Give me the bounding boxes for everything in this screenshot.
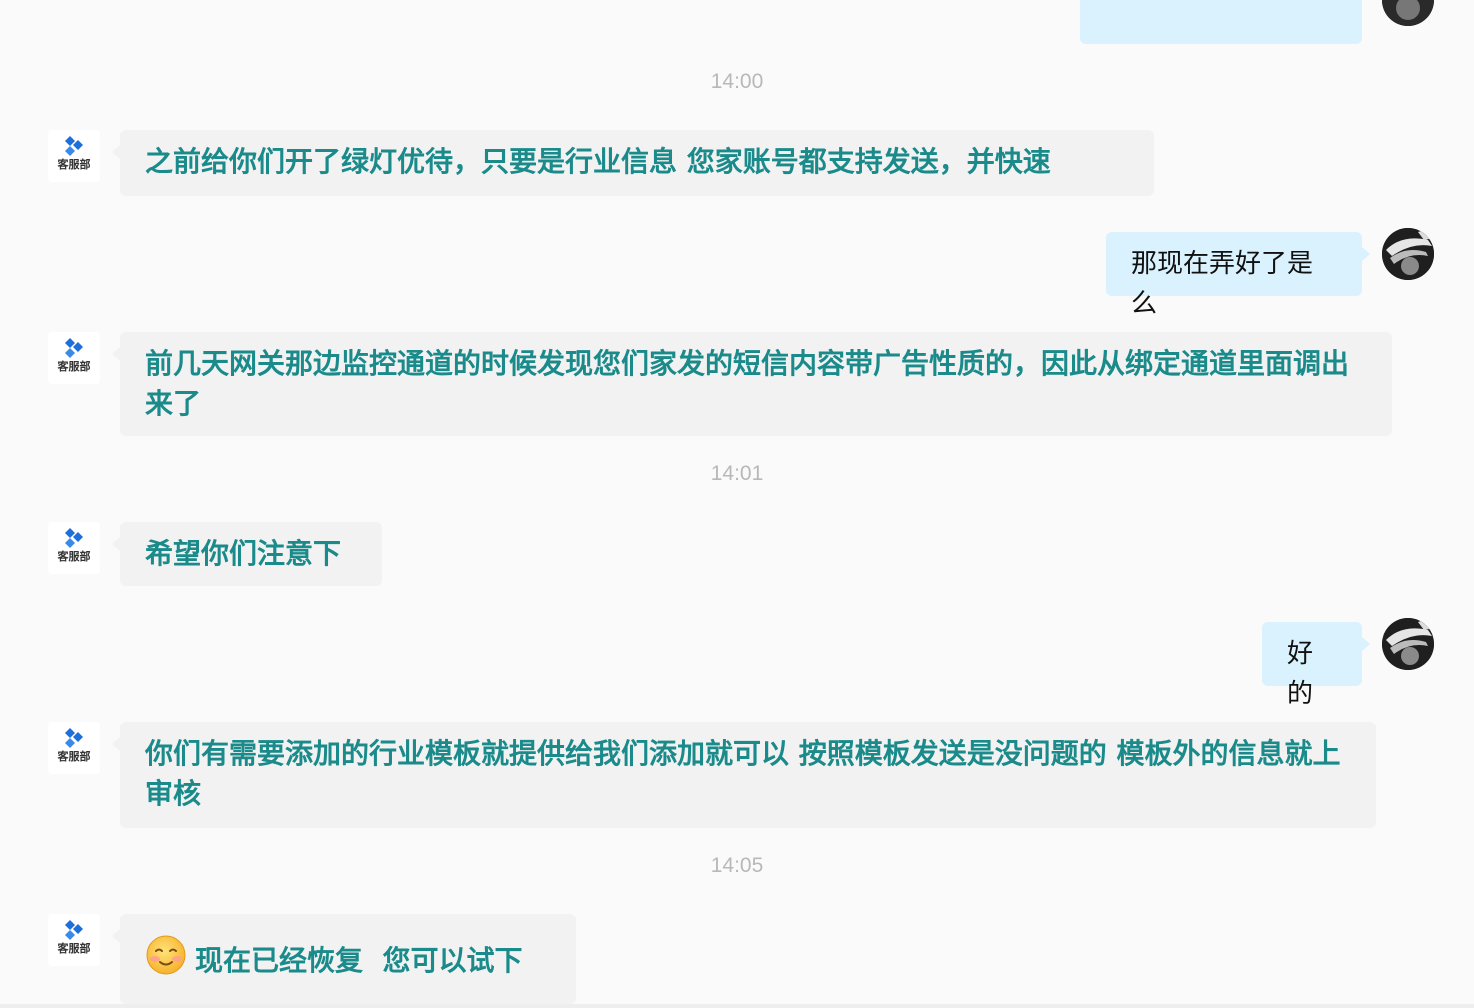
previous-user-bubble [1080, 0, 1362, 44]
message-text: 现在已经恢复 您可以试下 [195, 944, 523, 977]
message-text: 之前给你们开了绿灯优待，只要是行业信息 您家账号都支持发送，并快速 [145, 145, 1051, 178]
message-text: 希望你们注意下 [145, 537, 342, 570]
agent-message-bubble: 现在已经恢复 您可以试下 [112, 914, 576, 1004]
agent-avatar-label: 客服部 [57, 360, 91, 373]
agent-avatar-label: 客服部 [57, 942, 91, 955]
chat-window: 14:00 客服部 之前给你们开了绿灯优待，只要是行业信息 您家账号都支持发送，… [0, 0, 1474, 1008]
user-avatar[interactable] [1382, 228, 1434, 280]
agent-avatar-label: 客服部 [57, 750, 91, 763]
user-avatar-image-icon [1382, 228, 1434, 280]
company-logo-icon [65, 338, 83, 358]
company-logo-icon [65, 136, 83, 156]
timestamp: 14:01 [710, 462, 764, 485]
agent-avatar[interactable]: 客服部 [48, 130, 100, 182]
blushing-smile-emoji-icon [146, 935, 186, 975]
message-text: 那现在弄好了是么 [1131, 249, 1314, 319]
timestamp: 14:00 [710, 70, 764, 93]
company-logo-icon [65, 528, 83, 548]
agent-avatar[interactable]: 客服部 [48, 914, 100, 966]
user-avatar[interactable] [1382, 618, 1434, 670]
agent-message-bubble: 前几天网关那边监控通道的时候发现您们家发的短信内容带广告性质的，因此从绑定通道里… [112, 332, 1392, 436]
user-avatar[interactable] [1382, 0, 1434, 26]
company-logo-icon [65, 920, 83, 940]
user-message-bubble: 好的 [1262, 622, 1370, 709]
input-area-divider [0, 1004, 1474, 1008]
agent-avatar[interactable]: 客服部 [48, 522, 100, 574]
user-message-bubble: 那现在弄好了是么 [1106, 232, 1370, 319]
agent-avatar[interactable]: 客服部 [48, 332, 100, 384]
agent-avatar-label: 客服部 [57, 550, 91, 563]
agent-message-bubble: 希望你们注意下 [112, 522, 382, 586]
agent-avatar-label: 客服部 [57, 158, 91, 171]
timestamp: 14:05 [710, 854, 764, 877]
agent-avatar[interactable]: 客服部 [48, 722, 100, 774]
message-text: 你们有需要添加的行业模板就提供给我们添加就可以 按照模板发送是没问题的 模板外的… [145, 737, 1341, 810]
user-avatar-image-icon [1382, 0, 1434, 26]
message-text: 前几天网关那边监控通道的时候发现您们家发的短信内容带广告性质的，因此从绑定通道里… [145, 347, 1350, 420]
agent-message-bubble: 你们有需要添加的行业模板就提供给我们添加就可以 按照模板发送是没问题的 模板外的… [112, 722, 1376, 828]
message-text: 好的 [1287, 639, 1314, 709]
user-avatar-image-icon [1382, 618, 1434, 670]
company-logo-icon [65, 728, 83, 748]
agent-message-bubble: 之前给你们开了绿灯优待，只要是行业信息 您家账号都支持发送，并快速 [112, 130, 1154, 196]
